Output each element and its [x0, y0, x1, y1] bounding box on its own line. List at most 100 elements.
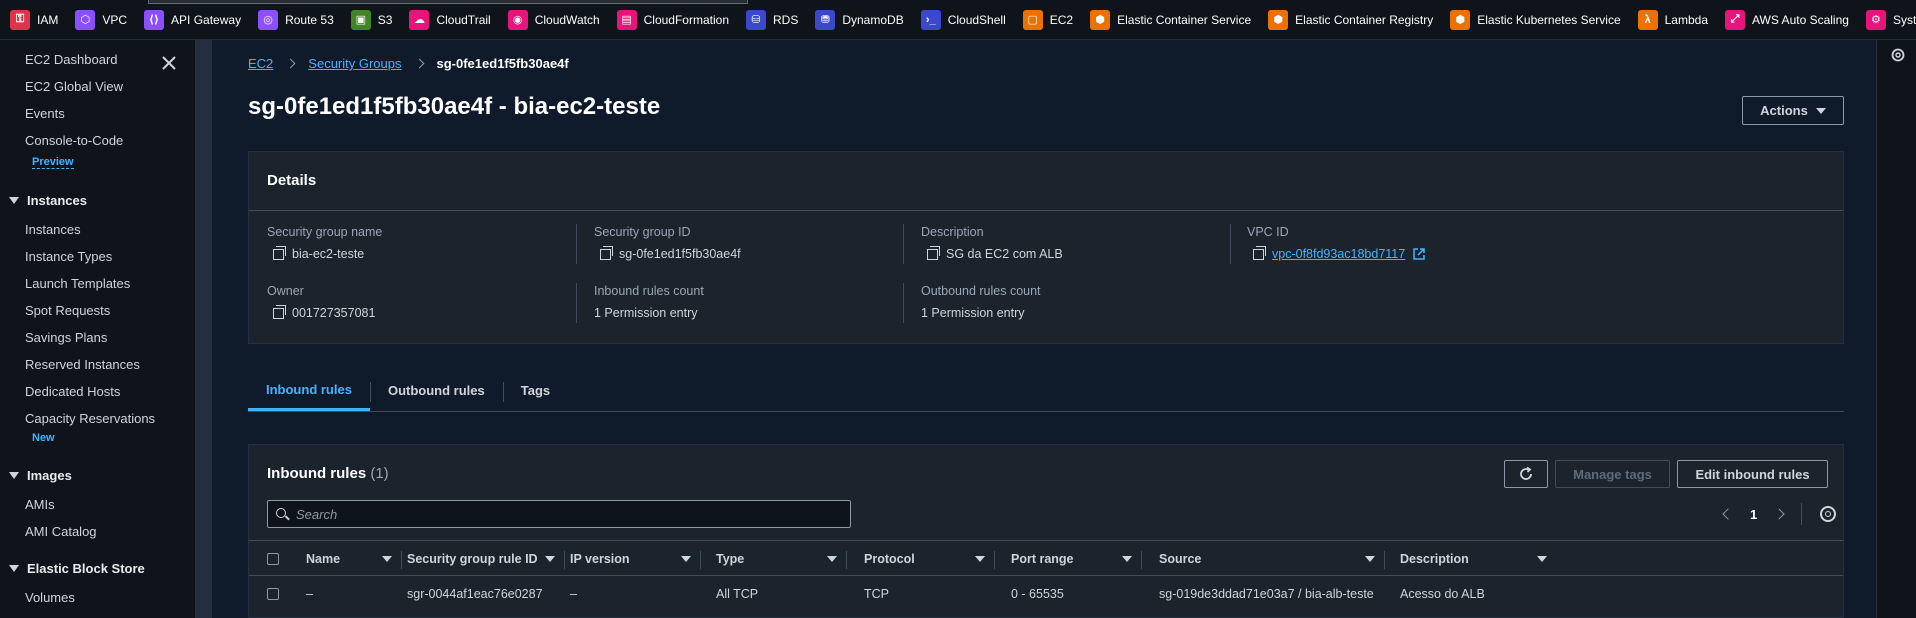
- sidebar-item-spot-requests[interactable]: Spot Requests: [25, 303, 110, 318]
- favorite-ecr[interactable]: ⬢ Elastic Container Registry: [1268, 9, 1433, 30]
- iam-icon: ⚿: [10, 9, 30, 30]
- favorite-ec2[interactable]: ▢ EC2: [1022, 9, 1073, 30]
- main-content: EC2 Security Groups sg-0fe1ed1f5fb30ae4f…: [212, 40, 1876, 618]
- sidebar-item-savings-plans[interactable]: Savings Plans: [25, 330, 107, 345]
- favorite-iam[interactable]: ⚿ IAM: [10, 9, 58, 30]
- actions-label: Actions: [1760, 103, 1808, 118]
- copy-icon[interactable]: [273, 245, 286, 260]
- favorite-auto-scaling[interactable]: ⤢ AWS Auto Scaling: [1725, 9, 1849, 30]
- column-header-ip-version[interactable]: IP version: [570, 541, 701, 577]
- refresh-button[interactable]: [1504, 460, 1548, 488]
- favorite-cloudformation[interactable]: ▤ CloudFormation: [616, 9, 729, 30]
- favorite-cloudwatch[interactable]: ◉ CloudWatch: [507, 9, 600, 30]
- sidebar-item-console-to-code[interactable]: Console-to-Code: [25, 133, 123, 148]
- tab-tags[interactable]: Tags: [502, 370, 568, 411]
- tab-inbound-rules[interactable]: Inbound rules: [248, 370, 370, 411]
- sidebar-section-ebs[interactable]: Elastic Block Store: [9, 561, 145, 576]
- sort-caret-icon[interactable]: [827, 556, 837, 562]
- column-header-protocol[interactable]: Protocol: [864, 541, 995, 577]
- section-label: Elastic Block Store: [27, 561, 145, 576]
- breadcrumb-security-groups[interactable]: Security Groups: [308, 56, 401, 71]
- sidebar-item-ami-catalog[interactable]: AMI Catalog: [25, 524, 97, 539]
- sort-caret-icon[interactable]: [1122, 556, 1132, 562]
- row-checkbox[interactable]: [267, 588, 279, 600]
- column-header-description[interactable]: Description: [1400, 541, 1547, 577]
- pagination: 1: [1722, 503, 1837, 525]
- auto-scaling-icon: ⤢: [1725, 9, 1745, 30]
- favorite-rds[interactable]: ⛁ RDS: [746, 9, 798, 30]
- sidebar-item-instance-types[interactable]: Instance Types: [25, 249, 112, 264]
- favorite-dynamodb[interactable]: ⛃ DynamoDB: [815, 9, 904, 30]
- page-number[interactable]: 1: [1750, 507, 1757, 522]
- sidebar-scrollbar[interactable]: [196, 40, 212, 618]
- settings-gear-icon[interactable]: [1820, 506, 1837, 522]
- sidebar-item-ec2-dashboard[interactable]: EC2 Dashboard: [25, 52, 118, 67]
- divider: [401, 551, 402, 569]
- external-link-icon[interactable]: [1413, 248, 1425, 260]
- column-label: Description: [1400, 552, 1469, 566]
- column-header-rule-id[interactable]: Security group rule ID: [407, 541, 565, 577]
- table-row[interactable]: – sgr-0044af1eac76e0287 – All TCP TCP 0 …: [249, 576, 1843, 612]
- actions-button[interactable]: Actions: [1742, 96, 1844, 125]
- sidebar-section-instances[interactable]: Instances: [9, 193, 87, 208]
- cell-type: All TCP: [716, 587, 759, 601]
- search-dropdown-edge: [148, 0, 748, 4]
- owner-value: 001727357081: [292, 306, 376, 320]
- copy-icon[interactable]: [927, 245, 940, 260]
- column-header-source[interactable]: Source: [1159, 541, 1385, 577]
- sidebar-item-launch-templates[interactable]: Launch Templates: [25, 276, 130, 291]
- favorite-vpc[interactable]: ⬡ VPC: [75, 9, 127, 30]
- vpc-id-link[interactable]: vpc-0f8fd93ac18bd7117: [1272, 247, 1405, 261]
- settings-icon[interactable]: [1890, 47, 1906, 63]
- sidebar-item-volumes[interactable]: Volumes: [25, 590, 75, 605]
- favorite-cloudshell[interactable]: ›_ CloudShell: [920, 9, 1006, 30]
- sort-caret-icon[interactable]: [975, 556, 985, 562]
- favorite-api-gateway[interactable]: ⟨⟩ API Gateway: [144, 9, 242, 30]
- sort-caret-icon[interactable]: [382, 556, 392, 562]
- tab-outbound-rules[interactable]: Outbound rules: [369, 370, 503, 411]
- search-input[interactable]: Search: [267, 500, 851, 528]
- preview-badge[interactable]: Preview: [32, 156, 74, 169]
- favorite-systems-manager[interactable]: ⚙ Systems Manager: [1865, 9, 1916, 30]
- favorite-label: API Gateway: [171, 12, 242, 27]
- chevron-left-icon[interactable]: [1722, 508, 1734, 520]
- favorite-eks[interactable]: ⬢ Elastic Kubernetes Service: [1450, 9, 1621, 30]
- select-all-checkbox[interactable]: [267, 553, 279, 565]
- column-header-port-range[interactable]: Port range: [1011, 541, 1142, 577]
- sidebar-item-capacity-reservations[interactable]: Capacity Reservations: [25, 411, 155, 426]
- column-header-type[interactable]: Type: [716, 541, 847, 577]
- sidebar-item-ec2-global-view[interactable]: EC2 Global View: [25, 79, 123, 94]
- sidebar-item-instances[interactable]: Instances: [25, 222, 81, 237]
- favorite-s3[interactable]: ▣ S3: [350, 9, 393, 30]
- sidebar-item-dedicated-hosts[interactable]: Dedicated Hosts: [25, 384, 120, 399]
- copy-icon[interactable]: [600, 245, 613, 260]
- sort-caret-icon[interactable]: [1365, 556, 1375, 562]
- copy-icon[interactable]: [273, 304, 286, 319]
- caret-down-icon: [1815, 107, 1826, 114]
- sidebar-item-amis[interactable]: AMIs: [25, 497, 55, 512]
- chevron-right-icon[interactable]: [1773, 508, 1785, 520]
- favorite-route53[interactable]: ◎ Route 53: [258, 9, 334, 30]
- breadcrumb-ec2[interactable]: EC2: [248, 56, 273, 71]
- manage-tags-button[interactable]: Manage tags: [1555, 460, 1670, 488]
- sidebar-item-reserved-instances[interactable]: Reserved Instances: [25, 357, 140, 372]
- sidebar-section-images[interactable]: Images: [9, 468, 72, 483]
- favorite-ecs[interactable]: ⬢ Elastic Container Service: [1090, 9, 1251, 30]
- copy-icon[interactable]: [1253, 245, 1266, 260]
- sort-caret-icon[interactable]: [681, 556, 691, 562]
- close-icon[interactable]: [160, 54, 178, 72]
- sort-caret-icon[interactable]: [545, 556, 555, 562]
- row-checkbox-cell: [267, 576, 279, 612]
- favorite-label: Systems Manager: [1892, 12, 1916, 27]
- divider: [700, 551, 701, 569]
- favorite-label: Elastic Kubernetes Service: [1477, 12, 1621, 27]
- chevron-right-icon: [414, 58, 424, 69]
- favorite-lambda[interactable]: λ Lambda: [1637, 9, 1708, 30]
- edit-inbound-rules-button[interactable]: Edit inbound rules: [1677, 460, 1828, 488]
- right-utility-strip: [1876, 40, 1916, 618]
- sidebar-item-events[interactable]: Events: [25, 106, 65, 121]
- favorite-label: S3: [377, 12, 393, 27]
- column-header-name[interactable]: Name: [306, 541, 402, 577]
- sort-caret-icon[interactable]: [1537, 556, 1547, 562]
- favorite-cloudtrail[interactable]: ☁ CloudTrail: [409, 9, 491, 30]
